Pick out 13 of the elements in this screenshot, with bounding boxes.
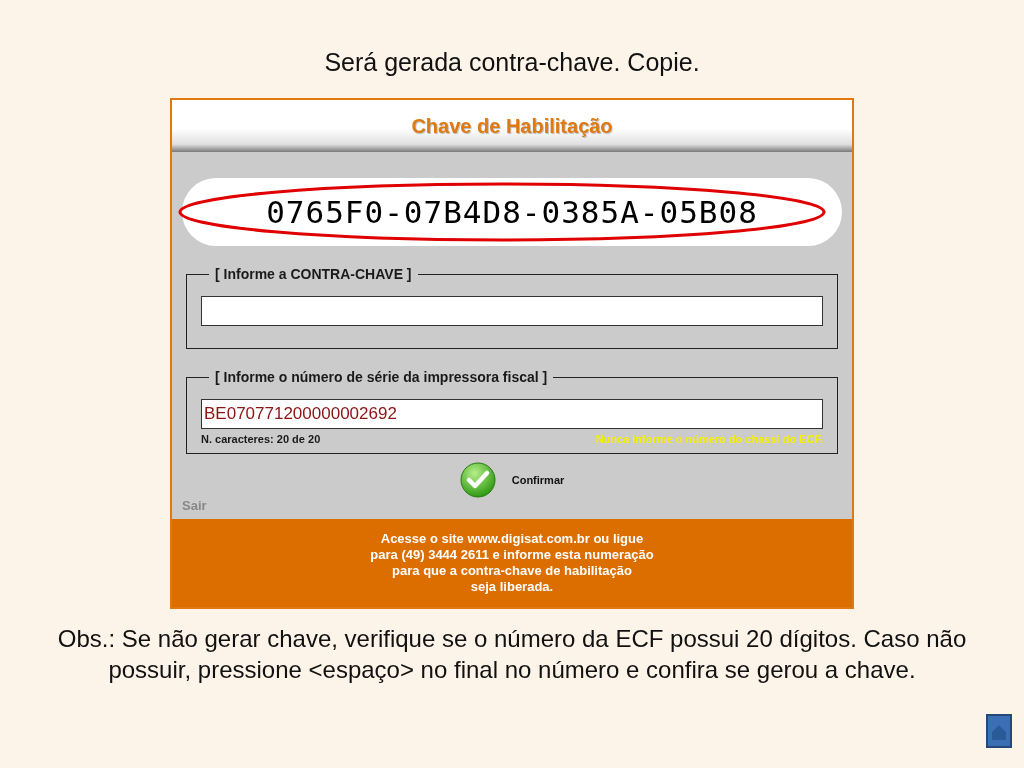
counter-key-field[interactable] xyxy=(201,296,823,326)
group-legend: [ Informe o número de série da impressora fiscal ] xyxy=(209,369,554,385)
serial-field[interactable]: BE070771200000002692 xyxy=(201,399,823,429)
window-title: Chave de Habilitação xyxy=(411,114,613,138)
checkmark-icon xyxy=(459,462,496,498)
generated-key: 0765F0-07B4D8-0385A-05B08 xyxy=(266,194,758,230)
warning-text: Nunca informe o número do chassi do ECF. xyxy=(595,433,823,445)
confirm-button[interactable]: Confirmar xyxy=(459,462,565,498)
slide-note: Obs.: Se não gerar chave, verifique se o número da ECF possui 20 dígitos. Caso não possuir, pressione <espaço> no final no número e confira se gerou a chave. xyxy=(56,624,968,685)
character-count: N. caracteres: 20 de 20 xyxy=(201,433,321,445)
slide-heading: Será gerada contra-chave. Copie. xyxy=(324,48,700,78)
footer-message: Acesse o site www.digisat.com.br ou ligue para (49) 3444 2611 e informe esta numeração para que a contra-chave de habilitação seja liberada. xyxy=(370,531,654,595)
group-legend: [ Informe a CONTRA-CHAVE ] xyxy=(209,266,418,282)
